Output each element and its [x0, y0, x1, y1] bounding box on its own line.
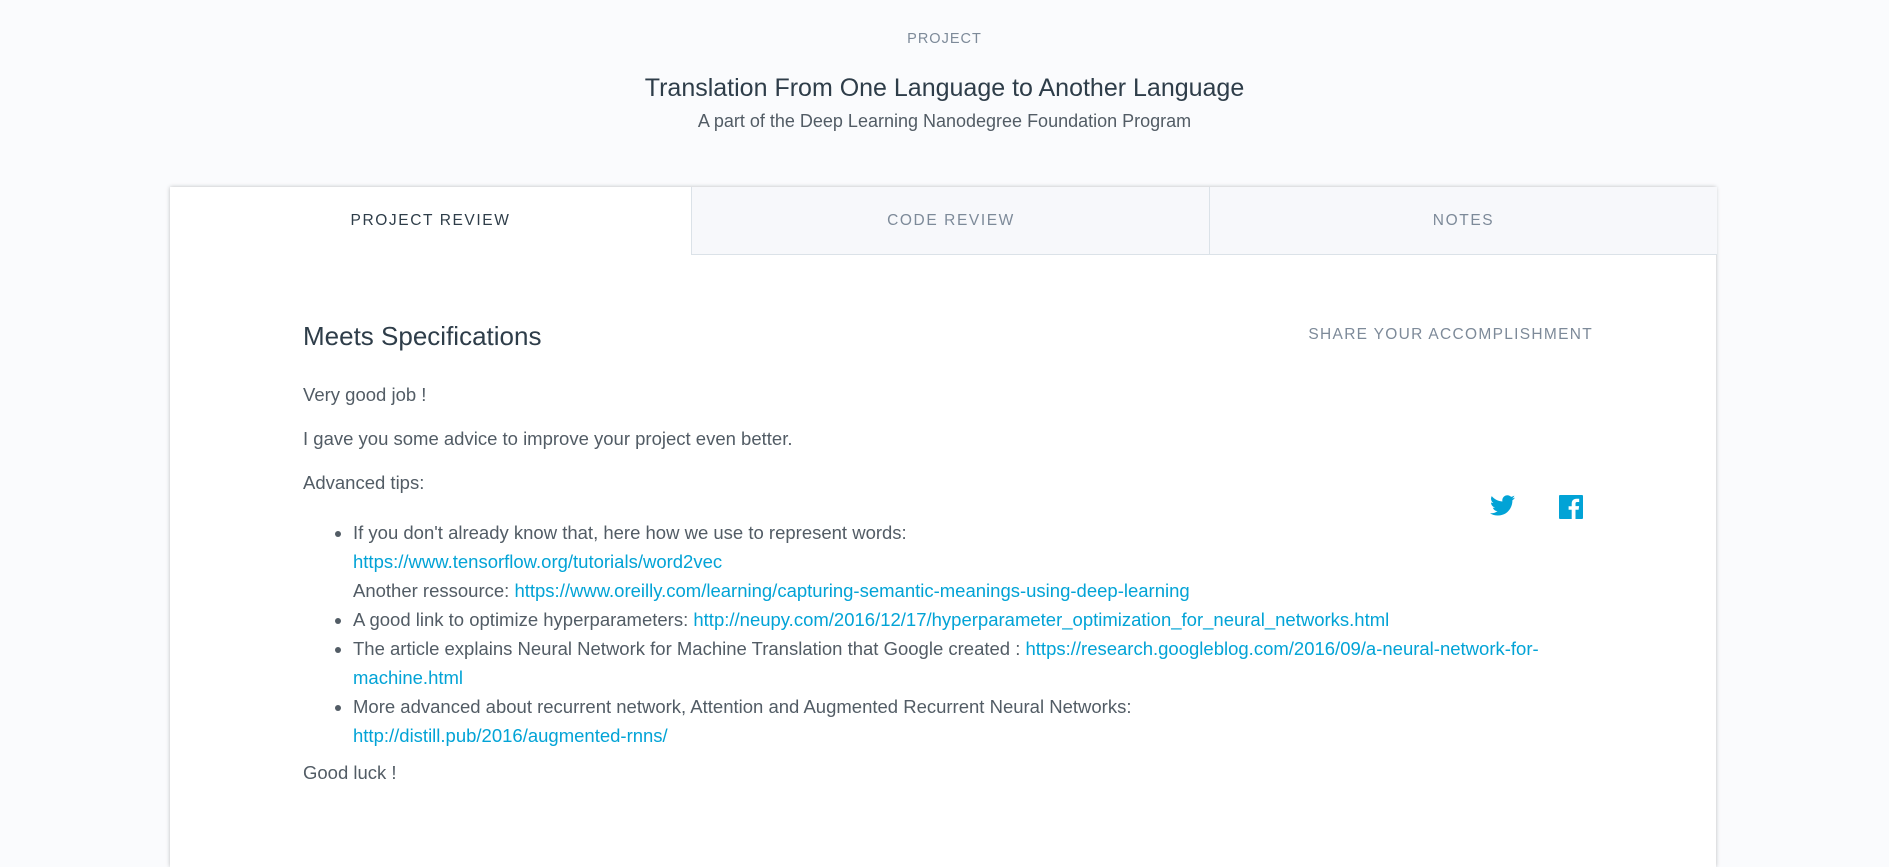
review-card: PROJECT REVIEW CODE REVIEW NOTES Meets S… [170, 187, 1717, 867]
review-result-heading: Meets Specifications [303, 321, 542, 351]
share-label: SHARE YOUR ACCOMPLISHMENT [1308, 326, 1593, 343]
project-eyebrow: PROJECT [907, 31, 982, 47]
neupy-link[interactable]: http://neupy.com/2016/12/17/hyperparamet… [693, 609, 1389, 630]
tip-text: Another ressource: [353, 580, 515, 601]
review-closing: Good luck ! [303, 762, 397, 783]
list-item: More advanced about recurrent network, A… [353, 692, 1593, 750]
page-title: Translation From One Language to Another… [644, 74, 1245, 102]
review-tabs: PROJECT REVIEW CODE REVIEW NOTES [170, 187, 1717, 255]
tab-code-review[interactable]: CODE REVIEW [691, 187, 1210, 255]
tip-text: The article explains Neural Network for … [353, 638, 1026, 659]
list-item: If you don't already know that, here how… [353, 518, 1593, 605]
list-item: The article explains Neural Network for … [353, 634, 1593, 692]
review-comment-3: Advanced tips: [303, 472, 425, 493]
tip-text: A good link to optimize hyperparameters: [353, 609, 694, 630]
distill-link[interactable]: http://distill.pub/2016/augmented-rnns/ [353, 725, 668, 746]
oreilly-link[interactable]: https://www.oreilly.com/learning/capturi… [514, 580, 1189, 601]
advanced-tips-list: If you don't already know that, here how… [303, 518, 1593, 750]
tab-project-review[interactable]: PROJECT REVIEW [170, 187, 691, 255]
tip-text: More advanced about recurrent network, A… [353, 696, 1132, 717]
review-comment-1: Very good job ! [303, 384, 427, 405]
tip-text: If you don't already know that, here how… [353, 522, 907, 543]
tab-notes[interactable]: NOTES [1209, 187, 1717, 255]
word2vec-link[interactable]: https://www.tensorflow.org/tutorials/wor… [353, 551, 722, 572]
review-comment-2: I gave you some advice to improve your p… [303, 428, 793, 449]
page-subtitle: A part of the Deep Learning Nanodegree F… [697, 111, 1192, 131]
list-item: A good link to optimize hyperparameters:… [353, 605, 1593, 634]
